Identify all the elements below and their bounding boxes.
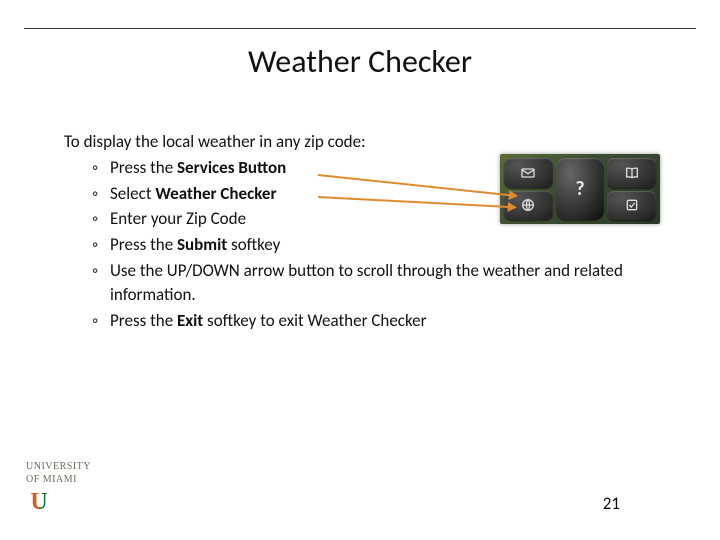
logo-text-line2: OF MIAMI [26, 474, 91, 485]
bold-text: Exit [177, 310, 203, 331]
text: softkey to exit Weather Checker [203, 310, 426, 331]
list-item: Press the Exit softkey to exit Weather C… [92, 309, 672, 333]
university-logo: UNIVERSITY OF MIAMI U [26, 461, 91, 516]
logo-text-line1: UNIVERSITY [26, 461, 91, 472]
list-item: Press the Submit softkey [92, 233, 672, 257]
envelope-icon [504, 158, 553, 188]
list-item: Use the UP/DOWN arrow button to scroll t… [92, 259, 672, 307]
book-icon [607, 158, 656, 188]
page-number: 21 [603, 493, 620, 514]
question-mark: ? [575, 177, 584, 201]
bold-text: Submit [177, 234, 227, 255]
bold-text: Services Button [177, 157, 286, 178]
slide-title: Weather Checker [0, 42, 720, 81]
horizontal-rule [24, 28, 696, 29]
text: Select [110, 183, 155, 204]
text: Press the [110, 234, 177, 255]
checkbox-icon [607, 191, 656, 221]
bold-text: Weather Checker [155, 183, 276, 204]
text: softkey [227, 234, 280, 255]
text: Enter your Zip Code [110, 208, 246, 229]
logo-mark: U [26, 489, 52, 516]
phone-softkeys-image: ? [500, 154, 660, 224]
text: Press the [110, 157, 177, 178]
question-icon: ? [556, 158, 605, 220]
intro-text: To display the local weather in any zip … [64, 130, 672, 154]
text: Press the [110, 310, 177, 331]
text: Use the UP/DOWN arrow button to scroll t… [110, 260, 623, 305]
